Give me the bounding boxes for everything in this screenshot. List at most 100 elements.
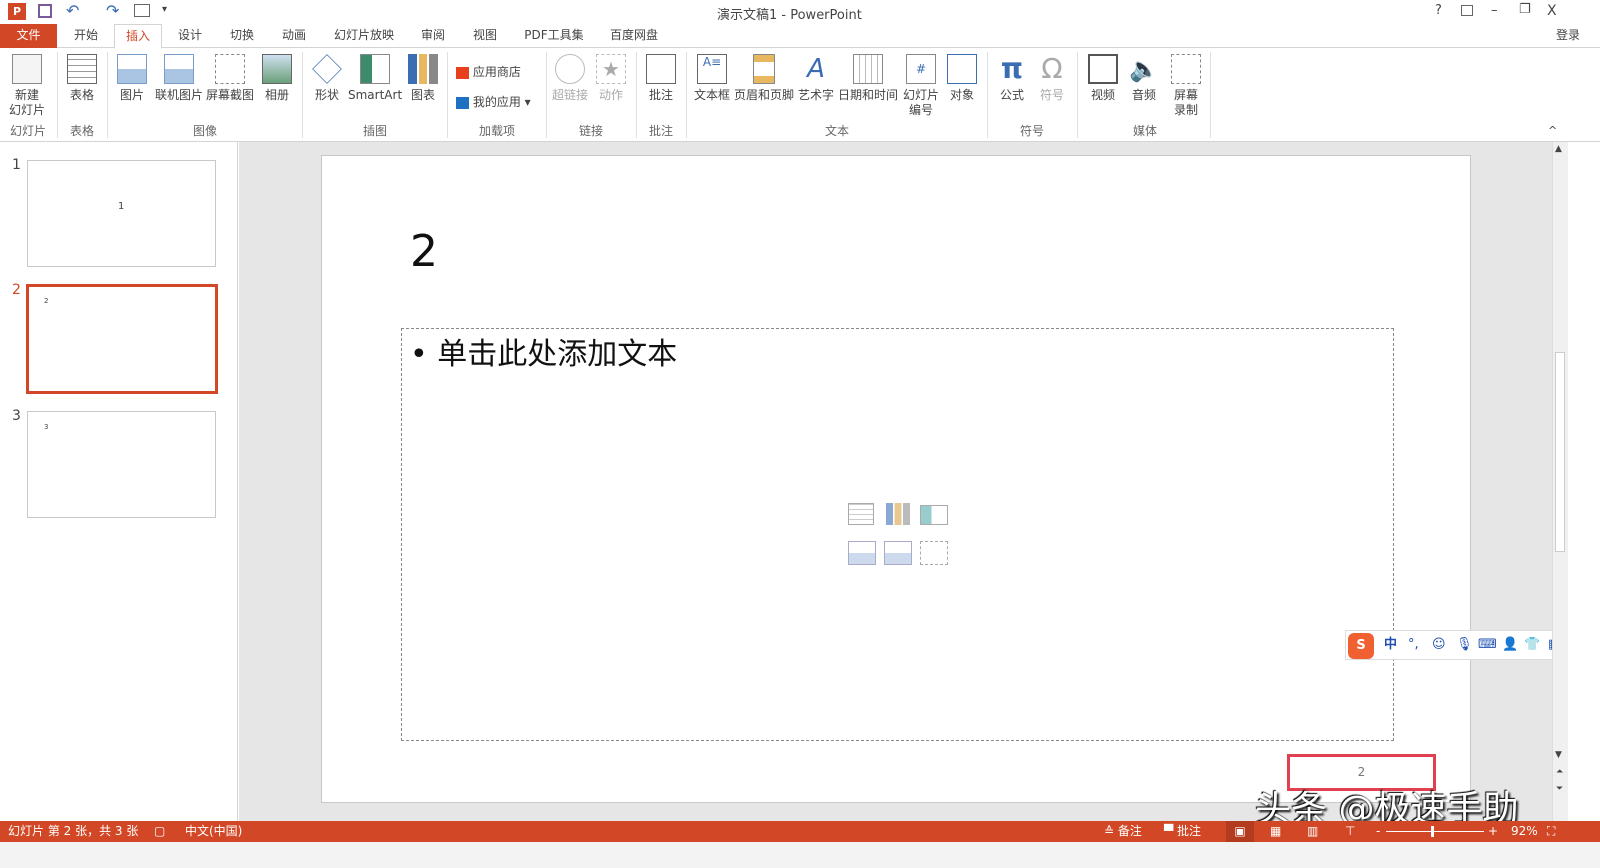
redo-icon[interactable]: ↷ (106, 1, 119, 20)
restore-button[interactable]: ❐ (1519, 2, 1531, 17)
slide-thumbnail-1[interactable]: 1 (27, 160, 216, 267)
slide-thumbnail-2[interactable]: 2 (26, 284, 218, 394)
date-time-button[interactable]: 日期和时间 (837, 54, 899, 103)
ime-chinese-mode[interactable]: 中 (1384, 631, 1397, 659)
user-icon[interactable]: 👤 (1502, 631, 1518, 659)
comments-button[interactable]: ▀ 批注 (1164, 821, 1201, 842)
comment-button[interactable]: 批注 (642, 54, 680, 103)
speaker-icon: 🔈 (1129, 55, 1159, 83)
zoom-slider-thumb[interactable] (1431, 826, 1435, 837)
normal-view-button[interactable]: ▣ (1226, 821, 1254, 842)
insert-online-picture-icon[interactable] (884, 541, 912, 565)
tab-view[interactable]: 视图 (462, 24, 508, 48)
tab-design[interactable]: 设计 (166, 24, 214, 48)
ribbon-insert: 新建 幻灯片 幻灯片 表格 表格 图片 联机图片 屏幕截图 相册 图像 形状 S… (0, 48, 1600, 142)
tab-insert[interactable]: 插入 (114, 24, 162, 49)
header-footer-button[interactable]: 页眉和页脚 (733, 54, 795, 103)
wordart-button[interactable]: A 艺术字 (796, 54, 836, 103)
collapse-ribbon-icon[interactable]: ^ (1548, 124, 1557, 137)
content-placeholder[interactable]: • 单击此处添加文本 (401, 328, 1394, 741)
undo-icon[interactable]: ↶ (66, 1, 79, 20)
save-icon[interactable] (38, 4, 52, 18)
help-button[interactable]: ? (1435, 3, 1442, 18)
audio-button[interactable]: 🔈 音频 (1126, 54, 1162, 103)
scroll-up-arrow-icon[interactable]: ▲ (1555, 144, 1562, 154)
textbox-button[interactable]: A≡ 文本框 (692, 54, 732, 103)
tab-review[interactable]: 审阅 (410, 24, 456, 48)
group-label-slides: 幻灯片 (9, 124, 46, 138)
tab-home[interactable]: 开始 (62, 24, 110, 48)
video-button[interactable]: 视频 (1084, 54, 1122, 103)
bullet-placeholder-text: 单击此处添加文本 (437, 337, 678, 372)
scroll-down-arrow-icon[interactable]: ▼ (1555, 750, 1562, 760)
notes-label: 备注 (1117, 824, 1142, 838)
tab-slideshow[interactable]: 幻灯片放映 (325, 24, 403, 48)
reading-view-button[interactable]: ▥ (1307, 821, 1318, 842)
notes-button[interactable]: ≙ 备注 (1104, 821, 1142, 842)
spell-check-icon[interactable]: ▢ (154, 821, 165, 842)
tab-animations[interactable]: 动画 (270, 24, 318, 48)
close-button[interactable]: X (1547, 3, 1557, 19)
zoom-level[interactable]: 92% (1511, 821, 1538, 842)
ime-toolbar[interactable]: S 中 °, ☺ 🎙 ⌨ 👤 👕 ▦ (1345, 630, 1568, 660)
zoom-out-button[interactable]: - (1376, 821, 1380, 842)
microphone-icon[interactable]: 🎙 (1456, 631, 1473, 659)
insert-picture-icon[interactable] (848, 541, 876, 565)
symbol-button[interactable]: Ω 符号 (1034, 54, 1070, 103)
slide-title[interactable]: 2 (410, 226, 438, 277)
insert-chart-icon[interactable] (886, 503, 910, 525)
slideshow-view-button[interactable]: ⊤ (1345, 821, 1355, 842)
vertical-scrollbar[interactable]: ▲ ▼ ⏶ ⏷ (1552, 142, 1568, 821)
ime-punctuation[interactable]: °, (1408, 631, 1419, 659)
film-icon (1088, 54, 1118, 84)
slide-sorter-view-button[interactable]: ▦ (1270, 821, 1281, 842)
tab-file[interactable]: 文件 (0, 24, 57, 48)
smartart-button[interactable]: SmartArt (348, 54, 402, 103)
login-link[interactable]: 登录 (1538, 24, 1598, 48)
scroll-thumb[interactable] (1555, 352, 1565, 552)
chart-button[interactable]: 图表 (405, 54, 441, 103)
my-apps-button[interactable]: 我的应用 ▾ (456, 93, 531, 110)
action-star-icon: ★ (596, 54, 626, 84)
insert-video-icon[interactable] (920, 541, 948, 565)
slide-thumbnail-3[interactable]: 3 (27, 411, 216, 518)
chart-icon (408, 54, 438, 84)
equation-button[interactable]: π 公式 (994, 54, 1030, 103)
insert-smartart-icon[interactable] (920, 505, 948, 525)
slideshow-from-start-icon[interactable] (134, 4, 150, 17)
zoom-in-button[interactable]: + (1488, 821, 1498, 842)
emoji-icon[interactable]: ☺ (1432, 631, 1446, 659)
group-label-tables: 表格 (69, 124, 94, 138)
tab-pdf-tools[interactable]: PDF工具集 (516, 24, 592, 48)
slide-number-button[interactable]: # 幻灯片 编号 (900, 54, 942, 118)
group-label-media: 媒体 (1132, 124, 1157, 138)
customize-qat-button[interactable]: ▾ (162, 4, 167, 15)
hyperlink-button[interactable]: 超链接 (550, 54, 590, 103)
table-button[interactable]: 表格 (62, 54, 102, 103)
tab-baidu-netdisk[interactable]: 百度网盘 (600, 24, 668, 48)
zoom-slider[interactable] (1386, 831, 1484, 832)
thumbnail-number: 2 (12, 282, 21, 298)
screen-recording-button[interactable]: 屏幕 录制 (1166, 54, 1206, 118)
screenshot-button[interactable]: 屏幕截图 (205, 54, 255, 103)
minimize-button[interactable]: – (1491, 3, 1498, 18)
skin-shirt-icon[interactable]: 👕 (1524, 631, 1540, 659)
keyboard-icon[interactable]: ⌨ (1478, 631, 1497, 659)
language-status[interactable]: 中文(中国) (185, 821, 242, 842)
shapes-button[interactable]: 形状 (308, 54, 346, 103)
ribbon-display-options-button[interactable] (1461, 5, 1473, 16)
action-button[interactable]: ★ 动作 (594, 54, 628, 103)
next-slide-icon[interactable]: ⏷ (1556, 784, 1563, 794)
tab-transitions[interactable]: 切换 (218, 24, 266, 48)
photo-album-button[interactable]: 相册 (258, 54, 296, 103)
fit-to-window-icon[interactable]: ⛶ (1547, 821, 1555, 842)
picture-button[interactable]: 图片 (112, 54, 152, 103)
new-slide-icon (12, 54, 42, 84)
insert-table-icon[interactable] (848, 503, 874, 525)
previous-slide-icon[interactable]: ⏶ (1556, 767, 1563, 777)
store-button[interactable]: 应用商店 (456, 63, 521, 80)
object-button[interactable]: 对象 (943, 54, 981, 103)
new-slide-button[interactable]: 新建 幻灯片 (4, 54, 50, 118)
online-picture-button[interactable]: 联机图片 (154, 54, 204, 103)
group-label-comments: 批注 (648, 124, 673, 138)
